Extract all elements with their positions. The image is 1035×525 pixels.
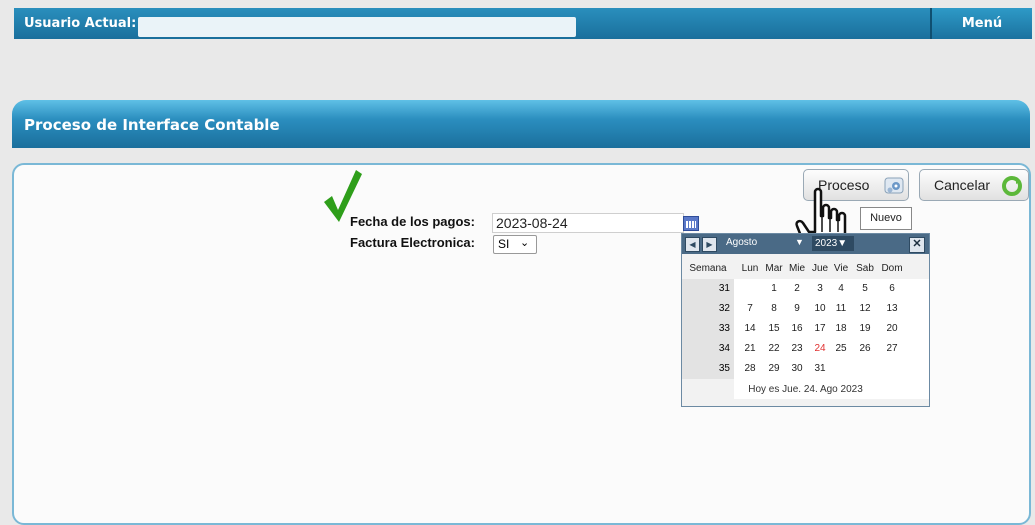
cancelar-button-label: Cancelar (934, 177, 991, 193)
weekday-header: Dom (881, 263, 903, 274)
calendar-day[interactable]: 26 (854, 343, 876, 354)
calendar-close-icon[interactable]: ✕ (909, 237, 925, 253)
weekday-header: Mar (765, 263, 783, 274)
calendar-day[interactable]: 21 (739, 343, 761, 354)
weekday-header: Sab (856, 263, 874, 274)
calendar-day-today[interactable]: 24 (809, 343, 831, 354)
calendar-day[interactable]: 29 (763, 363, 785, 374)
week-number: 31 (682, 279, 734, 299)
calendar-day[interactable]: 6 (881, 283, 903, 294)
page-title: Proceso de Interface Contable (24, 116, 280, 134)
gears-icon (884, 177, 904, 194)
calendar-icon[interactable] (683, 216, 699, 231)
fecha-label: Fecha de los pagos: (350, 214, 475, 229)
menu-button[interactable]: Menú (930, 8, 1032, 39)
cancelar-button[interactable]: Cancelar (919, 169, 1029, 201)
factura-select-value: SI (498, 237, 510, 251)
calendar-day[interactable]: 3 (809, 283, 831, 294)
calendar-day[interactable]: 30 (786, 363, 808, 374)
calendar-week-row: 32 7 8 9 10 11 12 13 (682, 299, 929, 319)
calendar-day[interactable]: 13 (881, 303, 903, 314)
calendar-day[interactable]: 16 (786, 323, 808, 334)
calendar-day[interactable]: 5 (854, 283, 876, 294)
calendar-day[interactable]: 14 (739, 323, 761, 334)
week-number: 32 (682, 299, 734, 319)
week-header: Semana (689, 263, 727, 274)
calendar-day[interactable]: 17 (809, 323, 831, 334)
calendar-day[interactable]: 8 (763, 303, 785, 314)
prev-month-icon[interactable]: ◀ (685, 237, 700, 252)
calendar-day[interactable]: 4 (830, 283, 852, 294)
calendar-day[interactable]: 27 (881, 343, 903, 354)
calendar-day[interactable]: 11 (830, 303, 852, 314)
calendar-grid: Semana Lun Mar Mie Jue Vie Sab Dom 31 1 2 3… (682, 259, 929, 379)
calendar-day[interactable]: 9 (786, 303, 808, 314)
current-user-field (138, 17, 576, 37)
current-user-label: Usuario Actual: (24, 16, 137, 31)
calendar-day[interactable]: 22 (763, 343, 785, 354)
top-bar: Usuario Actual: Menú (14, 8, 1032, 39)
calendar-week-row: 31 1 2 3 4 5 6 (682, 279, 929, 299)
section-header: Proceso de Interface Contable (12, 100, 1030, 148)
calendar-week-row: 33 14 15 16 17 18 19 20 (682, 319, 929, 339)
refresh-icon (1002, 176, 1022, 196)
calendar-header: ◀ ▶ Agosto ▼ 2023▼ ✕ (682, 234, 929, 254)
calendar-day[interactable]: 18 (830, 323, 852, 334)
calendar-day[interactable]: 10 (809, 303, 831, 314)
calendar-week-row: 34 21 22 23 24 25 26 27 (682, 339, 929, 359)
calendar-today-label[interactable]: Hoy es Jue. 24. Ago 2023 (682, 380, 929, 402)
calendar-day[interactable]: 2 (786, 283, 808, 294)
week-number: 35 (682, 359, 734, 379)
factura-label: Factura Electronica: (350, 235, 475, 250)
week-number: 33 (682, 319, 734, 339)
chevron-down-icon: ⌄ (520, 237, 530, 249)
calendar-month[interactable]: Agosto (726, 237, 757, 248)
calendar-day[interactable]: 25 (830, 343, 852, 354)
weekday-header: Lun (741, 263, 759, 274)
calendar-day[interactable]: 15 (763, 323, 785, 334)
factura-select[interactable]: SI ⌄ (493, 235, 537, 254)
week-number: 34 (682, 339, 734, 359)
tooltip: Nuevo (860, 207, 912, 230)
fecha-input[interactable]: 2023-08-24 (492, 213, 684, 233)
weekday-header: Vie (833, 263, 849, 274)
weekday-header: Jue (811, 263, 829, 274)
calendar-day[interactable]: 1 (763, 283, 785, 294)
month-dropdown-icon[interactable]: ▼ (795, 237, 804, 247)
calendar-day[interactable]: 31 (809, 363, 831, 374)
calendar-weeks: 31 1 2 3 4 5 6 32 7 8 9 10 11 12 13 33 14 15 16 17 18 19 20 34 2… (682, 279, 929, 379)
calendar-week-row: 35 28 29 30 31 (682, 359, 929, 379)
calendar-day[interactable]: 28 (739, 363, 761, 374)
calendar-weekday-headers: Semana Lun Mar Mie Jue Vie Sab Dom (682, 259, 929, 279)
year-dropdown-icon: ▼ (837, 238, 848, 249)
calendar-popup: ◀ ▶ Agosto ▼ 2023▼ ✕ Semana Lun Mar Mie … (681, 233, 930, 407)
next-month-icon[interactable]: ▶ (702, 237, 717, 252)
calendar-year[interactable]: 2023▼ (812, 236, 854, 251)
weekday-header: Mie (788, 263, 806, 274)
calendar-day[interactable]: 7 (739, 303, 761, 314)
calendar-day[interactable]: 19 (854, 323, 876, 334)
calendar-day[interactable]: 20 (881, 323, 903, 334)
calendar-year-text: 2023 (815, 238, 838, 249)
calendar-day[interactable]: 12 (854, 303, 876, 314)
calendar-day[interactable]: 23 (786, 343, 808, 354)
